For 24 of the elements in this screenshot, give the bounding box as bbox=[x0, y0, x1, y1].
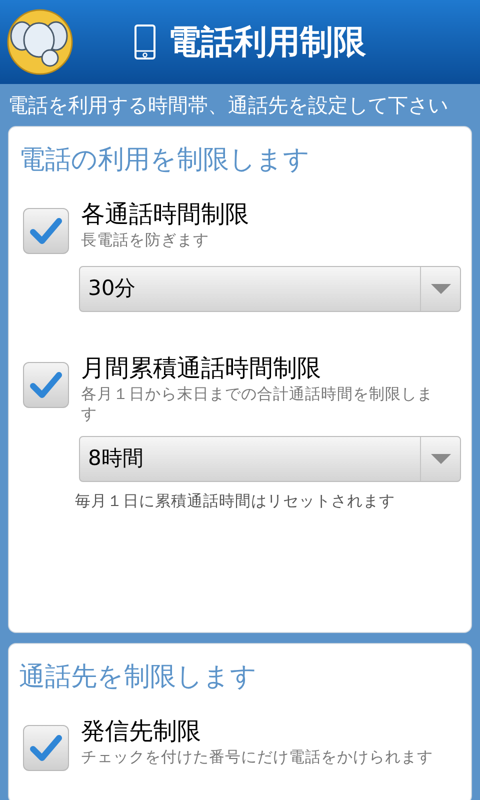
option-label: 月間累積通話時間制限 bbox=[81, 353, 322, 384]
dropdown-arrow-icon bbox=[430, 454, 450, 464]
option-label: 各通話時間制限 bbox=[81, 199, 250, 230]
checkbox[interactable] bbox=[23, 208, 69, 254]
option-label: 発信先制限 bbox=[81, 716, 202, 747]
dropdown-value: 8時間 bbox=[87, 445, 144, 472]
option-description: チェックを付けた番号にだけ電話をかけられます bbox=[81, 747, 434, 767]
dropdown-arrow-icon bbox=[430, 284, 450, 294]
screen-title: 電話利用制限 bbox=[168, 21, 366, 64]
instruction-text: 電話を利用する時間帯、通話先を設定して下さい bbox=[8, 92, 448, 119]
dropdown-value: 30分 bbox=[87, 275, 137, 302]
option-description: 各月１日から末日までの合計通話時間を制限します bbox=[81, 384, 434, 424]
section-heading: 通話先を制限します bbox=[19, 661, 258, 694]
dropdown[interactable]: 8時間 bbox=[79, 436, 461, 482]
checkbox[interactable] bbox=[23, 725, 69, 771]
option-description: 長電話を防ぎます bbox=[81, 230, 210, 250]
note-text: 毎月１日に累積通話時間はリセットされます bbox=[75, 491, 396, 512]
checkmark-icon bbox=[30, 371, 62, 399]
section-heading: 電話の利用を制限します bbox=[19, 144, 311, 177]
dropdown[interactable]: 30分 bbox=[79, 266, 461, 312]
smartphone-icon bbox=[134, 24, 156, 60]
checkmark-icon bbox=[30, 217, 62, 245]
checkbox[interactable] bbox=[23, 362, 69, 408]
checkmark-icon bbox=[30, 734, 62, 762]
